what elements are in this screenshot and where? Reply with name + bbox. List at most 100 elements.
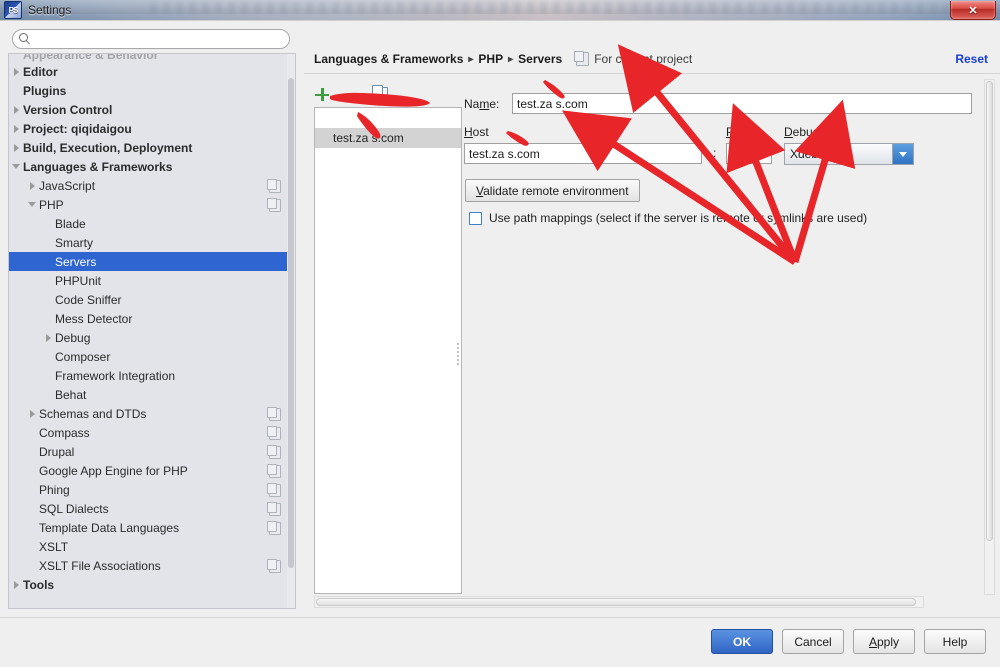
add-server-icon[interactable] bbox=[314, 86, 330, 102]
sidebar-item-framework-integration[interactable]: Framework Integration bbox=[9, 366, 295, 385]
cancel-button[interactable]: Cancel bbox=[782, 629, 844, 654]
sidebar-item-composer[interactable]: Composer bbox=[9, 347, 295, 366]
host-port-debugger-labels: Host Port Debugger bbox=[464, 125, 984, 141]
detail-vertical-scrollbar[interactable] bbox=[984, 79, 995, 595]
name-row: Name: bbox=[464, 93, 972, 114]
sidebar-item-phing[interactable]: Phing bbox=[9, 480, 295, 499]
sidebar-item-smarty[interactable]: Smarty bbox=[9, 233, 295, 252]
name-label: Name: bbox=[464, 97, 512, 111]
sidebar-item-template-data-languages[interactable]: Template Data Languages bbox=[9, 518, 295, 537]
sidebar-item-appearance-partial[interactable]: Appearance & Behavior bbox=[9, 54, 295, 62]
search-input[interactable] bbox=[32, 31, 289, 47]
sidebar-item-xslt-file-associations[interactable]: XSLT File Associations bbox=[9, 556, 295, 575]
chevron-right-icon[interactable] bbox=[9, 62, 23, 81]
sidebar-item-editor[interactable]: Editor bbox=[9, 62, 295, 81]
sidebar-scrollbar-thumb[interactable] bbox=[288, 78, 294, 568]
sidebar-item-blade[interactable]: Blade bbox=[9, 214, 295, 233]
breadcrumb-item-languages[interactable]: Languages & Frameworks bbox=[314, 52, 463, 66]
sidebar-scrollbar[interactable] bbox=[287, 54, 295, 608]
detail-horizontal-scrollbar[interactable] bbox=[314, 596, 924, 608]
sidebar-item-label: JavaScript bbox=[39, 179, 95, 193]
help-button[interactable]: Help bbox=[924, 629, 986, 654]
title-bar: Settings ✕ bbox=[0, 0, 1000, 20]
panel-splitter[interactable] bbox=[454, 107, 462, 594]
sidebar-item-label: Composer bbox=[55, 350, 110, 364]
sidebar-item-label: XSLT File Associations bbox=[39, 559, 161, 573]
dialog-footer: OK Cancel Apply Help bbox=[0, 617, 1000, 667]
sidebar-item-phpunit[interactable]: PHPUnit bbox=[9, 271, 295, 290]
sidebar-item-xslt[interactable]: XSLT bbox=[9, 537, 295, 556]
sidebar-item-languages-frameworks[interactable]: Languages & Frameworks bbox=[9, 157, 295, 176]
sidebar-item-label: Google App Engine for PHP bbox=[39, 464, 188, 478]
sidebar-item-project-qiqidaigou[interactable]: Project: qiqidaigou bbox=[9, 119, 295, 138]
copy-settings-icon bbox=[269, 427, 281, 440]
chevron-right-icon[interactable] bbox=[9, 119, 23, 138]
sidebar-item-label: Drupal bbox=[39, 445, 74, 459]
chevron-right-icon[interactable] bbox=[9, 100, 23, 119]
sidebar-item-label: Framework Integration bbox=[55, 369, 175, 383]
copy-settings-icon bbox=[269, 560, 281, 573]
server-list[interactable]: test.za s.com bbox=[314, 107, 462, 594]
use-path-mappings-checkbox[interactable] bbox=[469, 212, 482, 225]
close-icon[interactable]: ✕ bbox=[950, 1, 996, 20]
sidebar-item-label: Mess Detector bbox=[55, 312, 132, 326]
ok-button[interactable]: OK bbox=[711, 629, 773, 654]
copy-server-icon[interactable] bbox=[375, 87, 388, 102]
chevron-right-icon[interactable] bbox=[41, 328, 55, 347]
name-input[interactable] bbox=[512, 93, 972, 114]
sidebar-item-drupal[interactable]: Drupal bbox=[9, 442, 295, 461]
server-list-item[interactable] bbox=[315, 108, 461, 128]
detail-vertical-scrollbar-thumb[interactable] bbox=[986, 81, 993, 541]
sidebar-item-behat[interactable]: Behat bbox=[9, 385, 295, 404]
sidebar-item-debug[interactable]: Debug bbox=[9, 328, 295, 347]
sidebar-item-schemas-and-dtds[interactable]: Schemas and DTDs bbox=[9, 404, 295, 423]
sidebar-item-build-execution-deployment[interactable]: Build, Execution, Deployment bbox=[9, 138, 295, 157]
sidebar-item-label: Languages & Frameworks bbox=[23, 160, 172, 174]
sidebar-item-mess-detector[interactable]: Mess Detector bbox=[9, 309, 295, 328]
reset-link[interactable]: Reset bbox=[955, 52, 988, 66]
sidebar-item-version-control[interactable]: Version Control bbox=[9, 100, 295, 119]
breadcrumb-item-php[interactable]: PHP bbox=[478, 52, 503, 66]
tree-spacer bbox=[25, 480, 39, 499]
remove-server-icon[interactable] bbox=[343, 86, 359, 102]
sidebar-item-javascript[interactable]: JavaScript bbox=[9, 176, 295, 195]
tree-spacer bbox=[41, 366, 55, 385]
tree-spacer bbox=[41, 385, 55, 404]
use-path-mappings-row[interactable]: Use path mappings (select if the server … bbox=[469, 211, 867, 225]
sidebar-item-sql-dialects[interactable]: SQL Dialects bbox=[9, 499, 295, 518]
chevron-down-icon[interactable] bbox=[9, 157, 23, 176]
server-list-item[interactable]: test.za s.com bbox=[315, 128, 461, 148]
sidebar-item-servers[interactable]: Servers bbox=[9, 252, 295, 271]
chevron-right-icon[interactable] bbox=[9, 575, 23, 594]
host-port-separator: : bbox=[713, 146, 716, 160]
copy-settings-icon bbox=[269, 465, 281, 478]
sidebar-item-tools[interactable]: Tools bbox=[9, 575, 295, 594]
detail-horizontal-scrollbar-thumb[interactable] bbox=[316, 598, 916, 606]
search-icon bbox=[18, 32, 32, 46]
validate-remote-environment-button[interactable]: Validate remote environment bbox=[465, 179, 640, 202]
sidebar-item-label: Editor bbox=[23, 65, 58, 79]
sidebar-item-label: SQL Dialects bbox=[39, 502, 109, 516]
sidebar-item-plugins[interactable]: Plugins bbox=[9, 81, 295, 100]
settings-tree[interactable]: Appearance & Behavior Editor PluginsVersi… bbox=[8, 53, 296, 609]
chevron-right-icon[interactable] bbox=[9, 138, 23, 157]
sidebar-item-php[interactable]: PHP bbox=[9, 195, 295, 214]
host-input[interactable] bbox=[464, 143, 702, 164]
port-input[interactable] bbox=[726, 143, 772, 164]
search-box[interactable] bbox=[12, 29, 290, 49]
server-list-toolbar bbox=[314, 83, 464, 105]
sidebar-item-label: Smarty bbox=[55, 236, 93, 250]
tree-spacer bbox=[25, 499, 39, 518]
chevron-down-icon[interactable] bbox=[25, 195, 39, 214]
settings-dialog: Settings ✕ Appearance & Behavior Editor P… bbox=[0, 0, 1000, 645]
chevron-right-icon[interactable] bbox=[25, 176, 39, 195]
sidebar-item-google-app-engine-for-php[interactable]: Google App Engine for PHP bbox=[9, 461, 295, 480]
debugger-select[interactable]: Xdebug bbox=[784, 143, 914, 165]
chevron-right-icon[interactable] bbox=[25, 404, 39, 423]
apply-button[interactable]: Apply bbox=[853, 629, 915, 654]
sidebar-item-code-sniffer[interactable]: Code Sniffer bbox=[9, 290, 295, 309]
chevron-down-icon[interactable] bbox=[892, 144, 913, 164]
sidebar-item-label: Project: qiqidaigou bbox=[23, 122, 132, 136]
sidebar-item-compass[interactable]: Compass bbox=[9, 423, 295, 442]
settings-detail-panel: Languages & Frameworks ▸ PHP ▸ Servers F… bbox=[304, 21, 1000, 613]
